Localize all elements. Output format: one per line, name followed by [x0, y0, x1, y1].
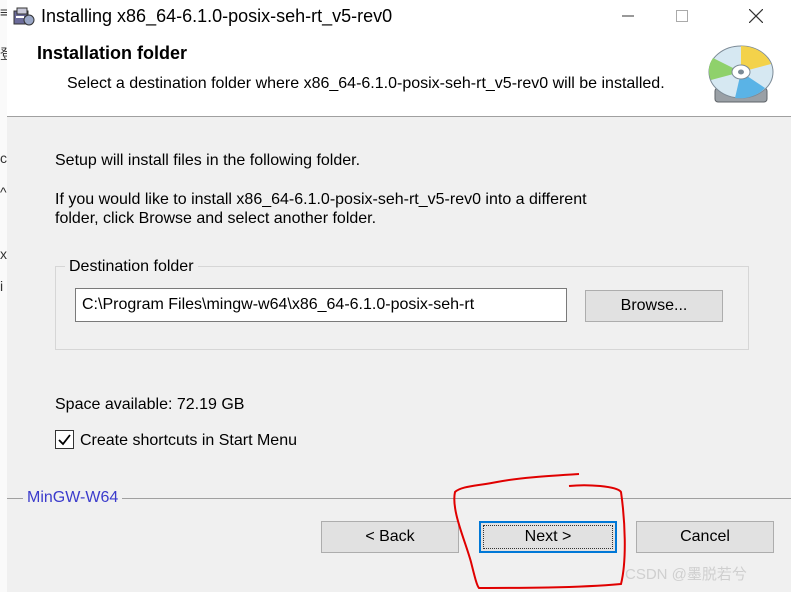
back-button[interactable]: < Back [321, 521, 459, 553]
close-icon [749, 9, 763, 23]
installer-app-icon [13, 7, 35, 26]
cd-install-icon [708, 45, 774, 103]
checkmark-icon [58, 434, 71, 446]
browse-button[interactable]: Browse... [585, 290, 723, 322]
background-glyph: i [0, 278, 4, 294]
window-title: Installing x86_64-6.1.0-posix-seh-rt_v5-… [41, 6, 393, 26]
wizard-content: Setup will install files in the followin… [7, 117, 791, 497]
space-available-text: Space available: 72.19 GB [55, 396, 245, 413]
background-glyph: c [0, 150, 7, 166]
background-glyph: ^ [0, 184, 7, 200]
instructions-line-1: If you would like to install x86_64-6.1.… [55, 191, 587, 208]
background-glyph: x [0, 246, 7, 262]
intro-text: Setup will install files in the followin… [55, 152, 361, 169]
cancel-button[interactable]: Cancel [636, 521, 774, 553]
next-button-label: Next > [524, 528, 572, 545]
shortcuts-checkbox[interactable] [55, 430, 74, 449]
maximize-icon [676, 10, 688, 22]
close-button[interactable] [733, 0, 779, 32]
minimize-button[interactable] [605, 0, 651, 32]
installer-window: Installing x86_64-6.1.0-posix-seh-rt_v5-… [7, 0, 791, 592]
destination-path-input[interactable]: C:\Program Files\mingw-w64\x86_64-6.1.0-… [75, 288, 567, 322]
title-bar[interactable]: Installing x86_64-6.1.0-posix-seh-rt_v5-… [7, 0, 791, 34]
wizard-header: Installation folder Select a destination… [7, 34, 791, 117]
minimize-icon [622, 15, 634, 17]
instructions-line-2: folder, click Browse and select another … [55, 210, 377, 227]
next-button[interactable]: Next > [479, 521, 617, 553]
shortcuts-label[interactable]: Create shortcuts in Start Menu [80, 431, 297, 450]
footer-divider [7, 498, 791, 499]
maximize-button[interactable] [659, 0, 705, 32]
page-subtitle: Select a destination folder where x86_64… [67, 75, 665, 92]
destination-group-label: Destination folder [65, 258, 198, 276]
watermark: CSDN @墨脱若兮 [625, 566, 747, 583]
brand-label: MinGW-W64 [23, 489, 123, 507]
page-title: Installation folder [37, 43, 188, 63]
